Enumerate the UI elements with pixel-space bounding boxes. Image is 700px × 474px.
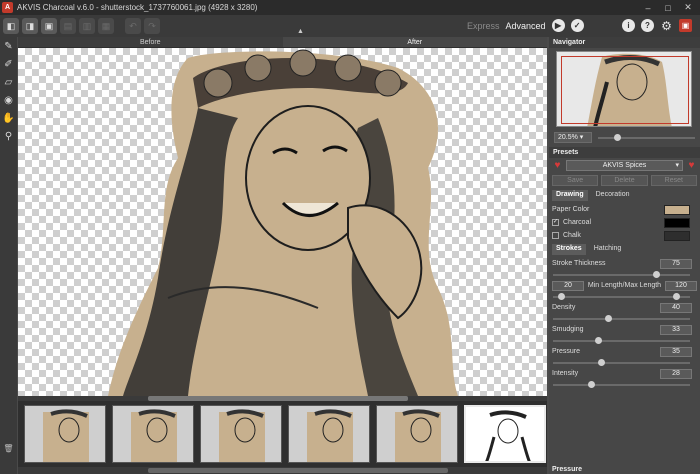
stroke-thickness-slider[interactable] <box>553 271 690 278</box>
pressure-slider[interactable] <box>553 359 690 366</box>
export-icon[interactable]: ▦ <box>98 18 114 34</box>
presets-heading: Presets <box>549 147 700 158</box>
image-canvas[interactable] <box>18 48 547 396</box>
smudging-slider[interactable] <box>553 337 690 344</box>
help-icon[interactable]: ? <box>641 19 654 32</box>
favorite-heart-icon[interactable]: ♥ <box>552 160 563 171</box>
stroke-thickness-label: Stroke Thickness <box>552 260 606 267</box>
density-input[interactable]: 40 <box>660 302 692 313</box>
settings-panel: Navigator 20.5% ▾ Presets ♥ AKVIS Spices… <box>549 37 700 474</box>
print-icon[interactable]: ▤ <box>60 18 76 34</box>
charcoal-portrait <box>108 49 458 396</box>
max-length-input[interactable]: 120 <box>665 280 697 291</box>
mode-express-button[interactable]: Express <box>467 21 500 31</box>
maximize-button[interactable]: □ <box>658 0 678 15</box>
tab-before[interactable]: Before <box>18 37 283 48</box>
undo-icon[interactable]: ↶ <box>125 18 141 34</box>
preset-select[interactable]: AKVIS Spices <box>566 160 683 171</box>
charcoal-color-swatch[interactable] <box>664 217 690 228</box>
app-icon: A <box>2 2 13 13</box>
zoom-slider[interactable] <box>598 133 695 141</box>
length-range-slider[interactable] <box>553 293 690 300</box>
mode-advanced-button[interactable]: Advanced <box>506 21 546 31</box>
run-icon[interactable]: ▶ <box>551 19 565 32</box>
history-thumbnail[interactable] <box>288 405 370 463</box>
close-button[interactable]: ✕ <box>678 0 698 15</box>
history-filmstrip <box>18 401 547 467</box>
pressure-label: Pressure <box>552 348 581 355</box>
open-image-icon[interactable]: ◧ <box>3 18 19 34</box>
paper-color-label: Paper Color <box>552 206 590 213</box>
tab-drawing[interactable]: Drawing <box>552 190 588 201</box>
stroke-thickness-input[interactable]: 75 <box>660 258 692 269</box>
save-image-icon[interactable]: ▣ <box>41 18 57 34</box>
filmstrip-scrollbar[interactable] <box>18 467 547 474</box>
brush-icon[interactable]: ✐ <box>0 56 17 73</box>
smudging-label: Smudging <box>552 326 584 333</box>
trash-icon[interactable]: 🗑 <box>0 442 17 454</box>
delete-preset-button[interactable]: Delete <box>601 175 648 186</box>
pressure-footer-label: Pressure <box>552 466 582 473</box>
navigator-heading: Navigator <box>549 37 700 48</box>
min-max-length-label: Min Length/Max Length <box>587 282 662 289</box>
history-thumbnail[interactable] <box>200 405 282 463</box>
paper-color-swatch[interactable] <box>664 204 690 215</box>
apply-icon[interactable]: ✓ <box>570 19 584 32</box>
stamp-icon[interactable]: ◉ <box>0 92 17 109</box>
favorite-heart-icon[interactable]: ♥ <box>686 160 697 171</box>
history-thumbnail[interactable] <box>112 405 194 463</box>
min-length-input[interactable]: 20 <box>552 280 584 291</box>
save-preset-button[interactable]: Save <box>552 175 599 186</box>
zoom-select[interactable]: 20.5% ▾ <box>554 132 592 143</box>
intensity-input[interactable]: 28 <box>660 368 692 379</box>
tab-decoration[interactable]: Decoration <box>592 190 634 201</box>
gift-icon[interactable]: ▣ <box>679 19 692 32</box>
tool-column: ✎ ✐ ▱ ◉ ✋ ⚲ 🗑 <box>0 37 17 474</box>
chalk-label: Chalk <box>563 232 581 239</box>
density-label: Density <box>552 304 576 311</box>
charcoal-label: Charcoal <box>563 219 592 226</box>
intensity-slider[interactable] <box>553 381 690 388</box>
history-thumbnail[interactable] <box>24 405 106 463</box>
smudging-input[interactable]: 33 <box>660 324 692 335</box>
intensity-label: Intensity <box>552 370 579 377</box>
eraser-icon[interactable]: ▱ <box>0 74 17 91</box>
info-icon[interactable]: i <box>622 19 635 32</box>
density-slider[interactable] <box>553 315 690 322</box>
hand-icon[interactable]: ✋ <box>0 110 17 127</box>
view-tabs: Before After <box>18 37 547 48</box>
window-title: AKVIS Charcoal v.6.0 - shutterstock_1737… <box>17 3 258 12</box>
tab-hatching[interactable]: Hatching <box>590 244 626 255</box>
pencil-icon[interactable]: ✎ <box>0 38 17 55</box>
chalk-checkbox[interactable] <box>552 232 559 239</box>
title-bar: A AKVIS Charcoal v.6.0 - shutterstock_17… <box>0 0 700 15</box>
tab-after[interactable]: After <box>282 37 547 48</box>
zoom-icon[interactable]: ⚲ <box>0 128 17 145</box>
redo-icon[interactable]: ↷ <box>144 18 160 34</box>
charcoal-checkbox[interactable]: ✓ <box>552 219 559 226</box>
gear-icon[interactable]: ⚙ <box>660 19 673 33</box>
chalk-color-swatch[interactable] <box>664 230 690 241</box>
open-batch-icon[interactable]: ◨ <box>22 18 38 34</box>
history-thumbnail-selected[interactable] <box>464 405 546 463</box>
history-thumbnail[interactable] <box>376 405 458 463</box>
reset-preset-button[interactable]: Reset <box>650 175 697 186</box>
collapse-caret-icon[interactable]: ▲ <box>297 28 304 35</box>
minimize-button[interactable]: – <box>638 0 658 15</box>
navigator-preview[interactable] <box>556 51 692 127</box>
share-icon[interactable]: ▥ <box>79 18 95 34</box>
main-toolbar: ◧ ◨ ▣ ▤ ▥ ▦ ↶ ↷ Express Advanced ▶ ✓ i ?… <box>0 15 700 37</box>
tab-strokes[interactable]: Strokes <box>552 244 586 255</box>
pressure-input[interactable]: 35 <box>660 346 692 357</box>
